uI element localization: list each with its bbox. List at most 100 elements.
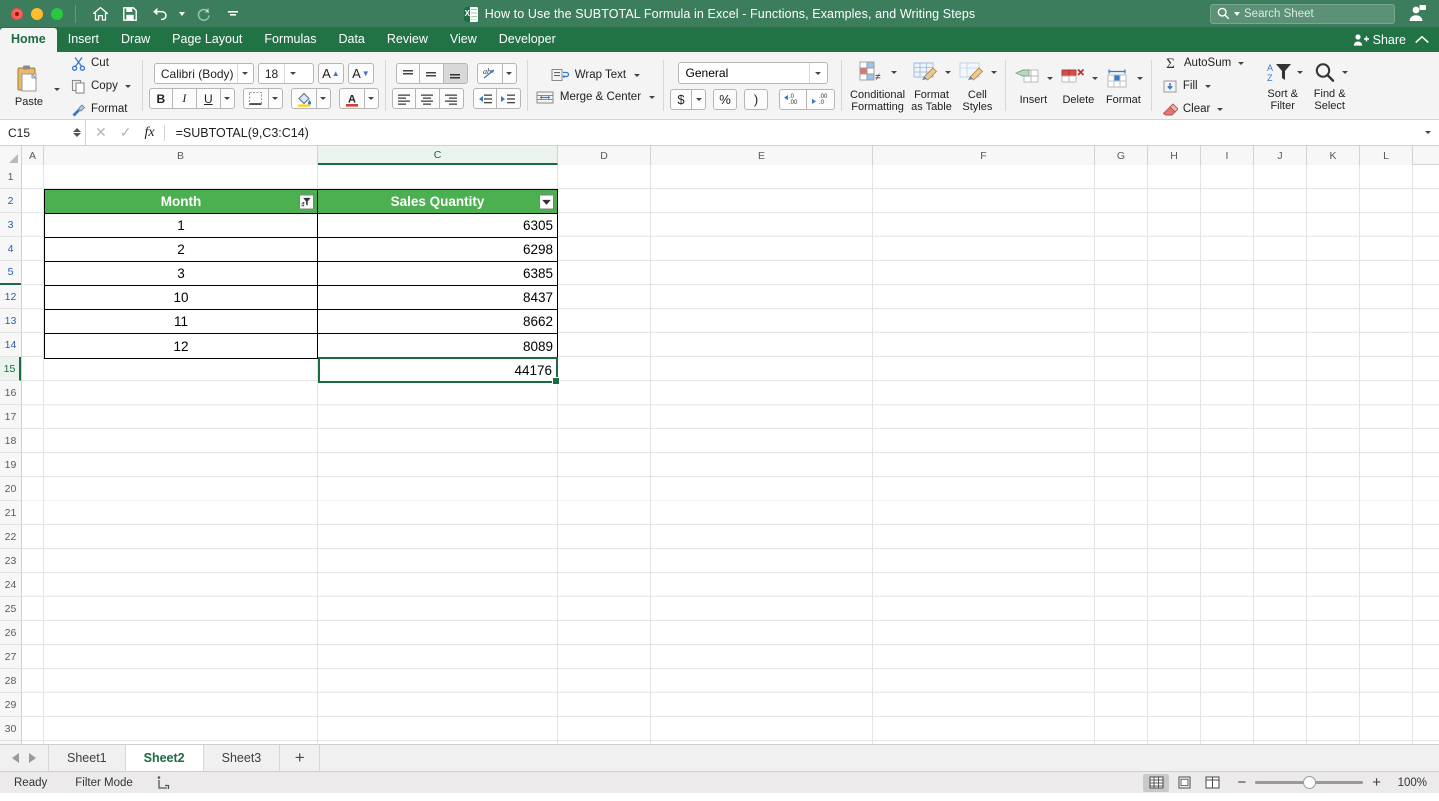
row-header-21[interactable]: 21 (0, 501, 21, 525)
filter-button-sales[interactable] (539, 194, 554, 209)
fill-color-dropdown-icon[interactable] (316, 88, 331, 109)
text-orientation-dropdown-icon[interactable] (502, 63, 517, 84)
zoom-in-button[interactable]: + (1372, 775, 1381, 790)
expand-formula-bar-icon[interactable] (1417, 131, 1439, 134)
sheet-tab-sheet2[interactable]: Sheet2 (125, 745, 204, 771)
column-header-E[interactable]: E (651, 146, 873, 165)
page-layout-view-button[interactable] (1171, 774, 1197, 792)
cut-button[interactable]: Cut (67, 53, 135, 74)
filter-button-month[interactable] (298, 194, 314, 209)
increase-font-size-button[interactable]: A ▲ (317, 63, 344, 84)
borders-button[interactable] (242, 88, 269, 109)
cell-sales-2[interactable]: 6298 (317, 238, 557, 262)
format-cells-button[interactable]: Format (1102, 67, 1145, 106)
delete-cells-button[interactable]: Delete (1057, 67, 1100, 106)
row-header-31[interactable]: 31 (0, 741, 21, 744)
tab-view[interactable]: View (439, 28, 488, 52)
row-header-29[interactable]: 29 (0, 693, 21, 717)
undo-dropdown-icon[interactable] (176, 2, 187, 26)
search-sheet-input[interactable]: Search Sheet (1210, 3, 1395, 24)
borders-dropdown-icon[interactable] (268, 88, 283, 109)
tab-formulas[interactable]: Formulas (253, 28, 327, 52)
row-header-30[interactable]: 30 (0, 717, 21, 741)
next-sheet-icon[interactable] (29, 753, 36, 763)
row-header-3[interactable]: 3 (0, 213, 21, 237)
fill-color-button[interactable] (290, 88, 317, 109)
row-header-15[interactable]: 15 (0, 357, 21, 381)
format-cells-dropdown-icon[interactable] (1136, 77, 1143, 80)
sort-filter-dropdown-icon[interactable] (1297, 71, 1304, 74)
cell-month-12[interactable]: 12 (45, 334, 318, 358)
format-painter-button[interactable]: Format (67, 99, 135, 120)
format-as-table-dropdown-icon[interactable] (944, 71, 951, 74)
tab-page-layout[interactable]: Page Layout (161, 28, 253, 52)
cell-month-2[interactable]: 2 (45, 238, 318, 262)
delete-cells-dropdown-icon[interactable] (1091, 77, 1098, 80)
increase-indent-button[interactable] (496, 88, 521, 109)
paste-button[interactable]: Paste (7, 62, 51, 110)
align-center-button[interactable] (415, 88, 440, 109)
previous-sheet-icon[interactable] (12, 753, 19, 763)
row-header-4[interactable]: 4 (0, 237, 21, 261)
find-select-dropdown-icon[interactable] (1342, 71, 1349, 74)
column-header-J[interactable]: J (1254, 146, 1307, 165)
comma-format-button[interactable]: ) (744, 89, 769, 110)
share-button[interactable]: Share (1353, 33, 1406, 47)
row-header-22[interactable]: 22 (0, 525, 21, 549)
merge-center-button[interactable]: Merge & Center (536, 90, 656, 105)
zoom-slider[interactable] (1255, 776, 1364, 789)
font-name-dropdown-icon[interactable] (236, 64, 253, 83)
name-box[interactable]: C15 (0, 119, 86, 146)
cell-sales-12[interactable]: 8089 (317, 334, 557, 358)
row-header-17[interactable]: 17 (0, 405, 21, 429)
row-header-5[interactable]: 5 (0, 261, 21, 285)
row-header-13[interactable]: 13 (0, 309, 21, 333)
tab-draw[interactable]: Draw (110, 28, 161, 52)
zoom-out-button[interactable]: − (1237, 775, 1246, 790)
insert-cells-dropdown-icon[interactable] (1046, 77, 1053, 80)
wrap-text-dropdown-icon[interactable] (634, 73, 641, 77)
table-row[interactable]: 12 8089 (45, 334, 557, 358)
align-middle-button[interactable] (419, 63, 444, 84)
font-color-dropdown-icon[interactable] (364, 88, 379, 109)
column-header-I[interactable]: I (1201, 146, 1254, 165)
cell-sales-10[interactable]: 8437 (317, 286, 557, 310)
sheet-tab-sheet1[interactable]: Sheet1 (49, 745, 126, 771)
table-row[interactable]: 2 6298 (45, 238, 557, 262)
add-sheet-button[interactable]: + (280, 745, 321, 771)
tab-review[interactable]: Review (376, 28, 439, 52)
row-header-24[interactable]: 24 (0, 573, 21, 597)
row-header-18[interactable]: 18 (0, 429, 21, 453)
undo-icon[interactable] (146, 2, 174, 26)
underline-dropdown-icon[interactable] (220, 88, 235, 109)
clear-dropdown-icon[interactable] (1217, 107, 1224, 111)
column-header-B[interactable]: B (44, 146, 318, 165)
row-header-27[interactable]: 27 (0, 645, 21, 669)
account-avatar-icon[interactable] (1405, 3, 1429, 25)
align-left-button[interactable] (391, 88, 416, 109)
home-icon[interactable] (86, 2, 114, 26)
tab-insert[interactable]: Insert (57, 28, 110, 52)
column-header-L[interactable]: L (1360, 146, 1413, 165)
column-header-G[interactable]: G (1095, 146, 1148, 165)
name-box-spinner-icon[interactable] (73, 128, 81, 137)
copy-button[interactable]: Copy (67, 76, 135, 97)
cell-sales-1[interactable]: 6305 (317, 214, 557, 238)
bold-button[interactable]: B (148, 88, 173, 109)
find-select-button[interactable]: Find & Select (1309, 61, 1350, 112)
row-header-23[interactable]: 23 (0, 549, 21, 573)
italic-button[interactable]: I (172, 88, 197, 109)
column-header-H[interactable]: H (1148, 146, 1201, 165)
number-format-dropdown-icon[interactable] (808, 63, 827, 83)
wrap-text-button[interactable]: Wrap Text (551, 68, 641, 83)
cell-month-11[interactable]: 11 (45, 310, 318, 334)
confirm-formula-icon[interactable]: ✓ (120, 124, 132, 141)
conditional-formatting-dropdown-icon[interactable] (891, 71, 898, 74)
sheet-tab-sheet3[interactable]: Sheet3 (203, 745, 281, 771)
selected-cell-c15[interactable]: 44176 (318, 357, 560, 385)
search-scope-chevron-icon[interactable] (1234, 11, 1240, 16)
conditional-formatting-button[interactable]: ≠ Conditional Formatting (848, 60, 907, 113)
column-header-A[interactable]: A (22, 146, 44, 165)
number-format-select[interactable]: General (677, 62, 828, 84)
align-top-button[interactable] (395, 63, 420, 84)
